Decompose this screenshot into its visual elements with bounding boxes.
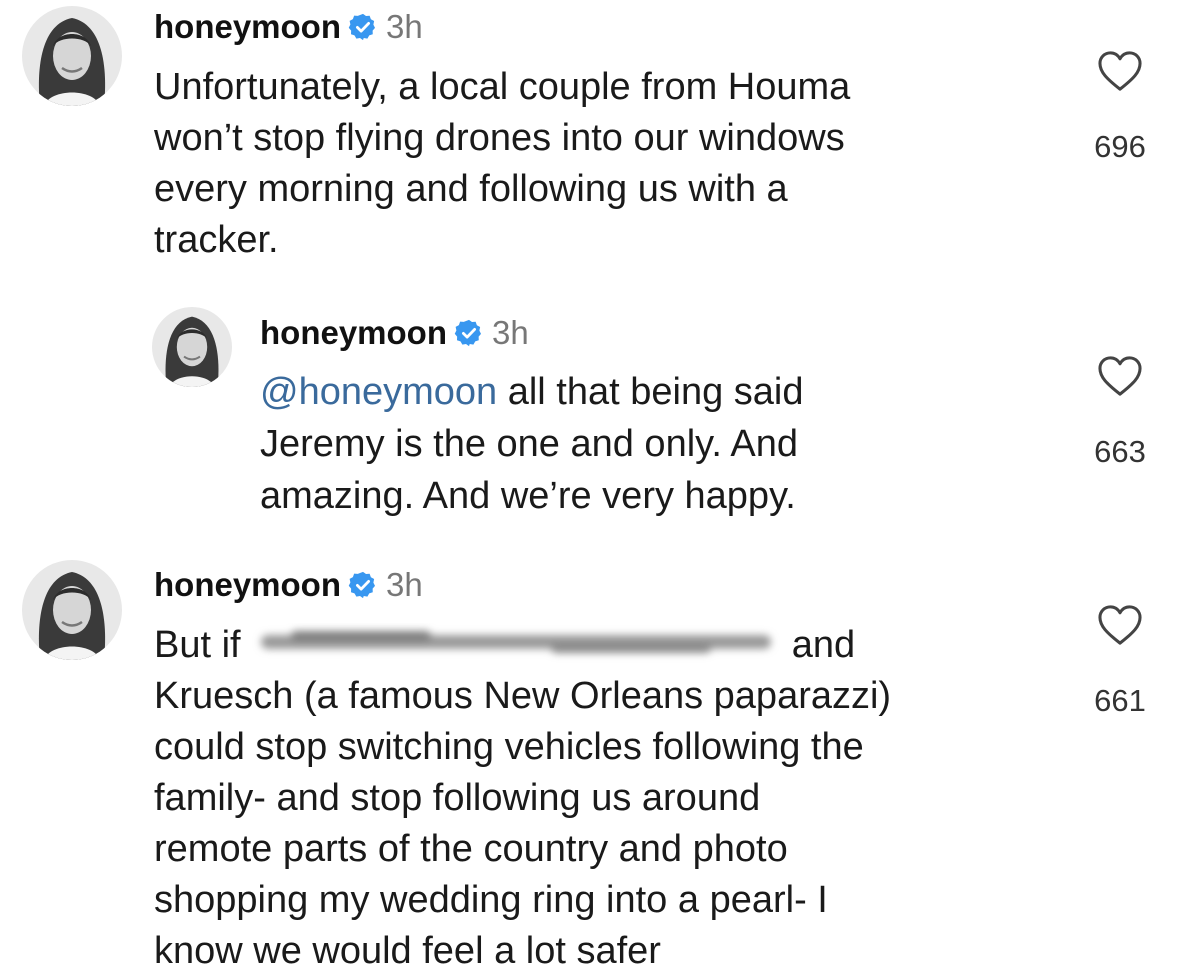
avatar[interactable] [22, 6, 122, 106]
comment-line: tracker. [154, 219, 279, 261]
comment-line-text: But if [154, 624, 252, 666]
comment-line: family- and stop following us around [154, 777, 761, 819]
like-count: 696 [1094, 129, 1146, 164]
avatar[interactable] [152, 307, 232, 387]
verified-badge-icon [348, 570, 378, 600]
comment-line-text: all that being said [497, 371, 804, 413]
comment-line: could stop switching vehicles following … [154, 726, 864, 768]
comment-line: Unfortunately, a local couple from Houma [154, 66, 851, 108]
comment-line: shopping my wedding ring into a pearl- I [154, 879, 828, 921]
comment-line-text: and [781, 624, 856, 666]
username[interactable]: honeymoon [260, 314, 447, 352]
avatar[interactable] [22, 560, 122, 660]
comment-line: Kruesch (a famous New Orleans paparazzi) [154, 675, 892, 717]
username[interactable]: honeymoon [154, 566, 341, 604]
like-button[interactable]: 663 [1080, 355, 1160, 470]
verified-badge-icon [454, 318, 484, 348]
redacted-blur [251, 623, 781, 663]
comment-text: @honeymoon all that being said Jeremy is… [260, 366, 804, 522]
avatar-photo [152, 307, 232, 387]
like-count: 661 [1094, 683, 1146, 718]
like-button[interactable]: 696 [1080, 50, 1160, 165]
comment-line: Jeremy is the one and only. And [260, 423, 798, 465]
avatar-photo [22, 560, 122, 660]
comment-line: won’t stop flying drones into our window… [154, 117, 845, 159]
timestamp: 3h [386, 8, 423, 45]
comment-line: amazing. And we’re very happy. [260, 475, 796, 517]
heart-icon[interactable] [1097, 355, 1143, 397]
timestamp: 3h [492, 314, 529, 351]
heart-icon[interactable] [1097, 50, 1143, 92]
avatar-photo [22, 6, 122, 106]
verified-badge-icon [348, 12, 378, 42]
like-count: 663 [1094, 434, 1146, 469]
comment-line: @honeymoon all that being said [260, 366, 804, 418]
mention-link[interactable]: @honeymoon [260, 371, 497, 413]
comment-line: know we would feel a lot safer [154, 930, 661, 972]
comment-line: every morning and following us with a [154, 168, 788, 210]
heart-icon[interactable] [1097, 604, 1143, 646]
comment-header: honeymoon 3h [154, 2, 423, 52]
comment-text: Unfortunately, a local couple from Houma… [154, 62, 850, 266]
username[interactable]: honeymoon [154, 8, 341, 46]
timestamp: 3h [386, 566, 423, 603]
comment-header: honeymoon 3h [154, 560, 423, 610]
comment-header: honeymoon 3h [260, 308, 529, 358]
comment-line: But if and [154, 620, 891, 671]
comment-text: But if and Kruesch (a famous New Orleans… [154, 620, 891, 977]
comment-line: remote parts of the country and photo [154, 828, 788, 870]
like-button[interactable]: 661 [1080, 604, 1160, 719]
